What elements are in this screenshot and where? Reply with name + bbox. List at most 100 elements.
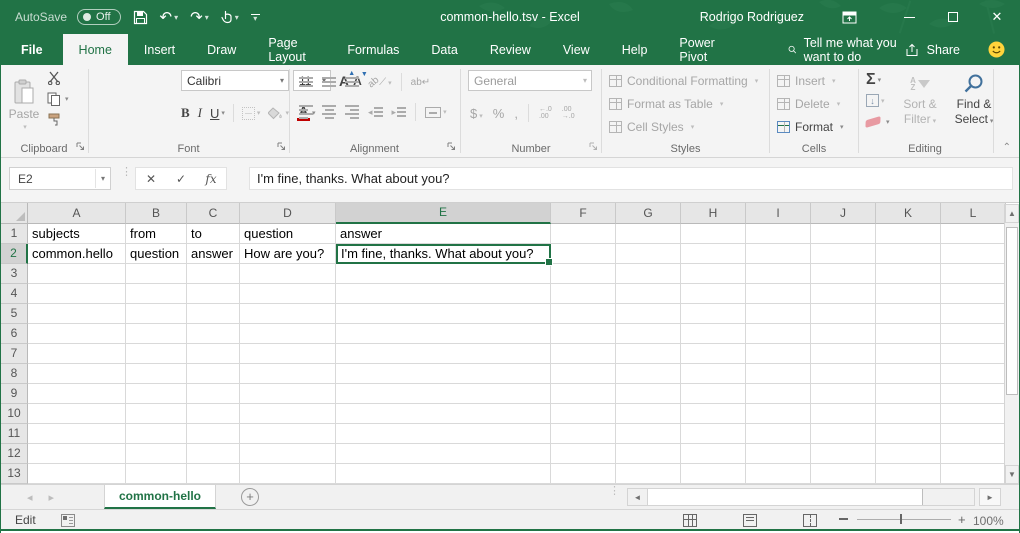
cell-L4[interactable] (941, 284, 1006, 304)
italic-button[interactable]: I (198, 105, 202, 121)
cell-A7[interactable] (28, 344, 126, 364)
share-button[interactable]: Share (905, 34, 960, 65)
underline-button[interactable]: U▾ (210, 106, 225, 121)
insert-function-button[interactable]: fx (196, 172, 226, 186)
number-format-combo[interactable]: General▾ (468, 70, 592, 91)
top-align-button[interactable] (299, 77, 313, 87)
cell-B6[interactable] (126, 324, 187, 344)
cell-J13[interactable] (811, 464, 876, 484)
cell-I2[interactable] (746, 244, 811, 264)
cell-E1[interactable]: answer (336, 224, 551, 244)
cell-H12[interactable] (681, 444, 746, 464)
cell-H9[interactable] (681, 384, 746, 404)
cell-L1[interactable] (941, 224, 1006, 244)
cell-D11[interactable] (240, 424, 336, 444)
column-header-D[interactable]: D (240, 203, 336, 224)
close-button[interactable]: ✕ (975, 0, 1019, 34)
cell-I1[interactable] (746, 224, 811, 244)
sheet-tab-common-hello[interactable]: common-hello (104, 485, 216, 509)
cell-E5[interactable] (336, 304, 551, 324)
name-box[interactable]: E2 ▾ (9, 167, 111, 190)
cell-G8[interactable] (616, 364, 681, 384)
column-header-I[interactable]: I (746, 203, 811, 224)
cell-H8[interactable] (681, 364, 746, 384)
name-box-dropdown-icon[interactable]: ▾ (95, 169, 110, 188)
cell-E2[interactable]: I'm fine, thanks. What about you? (336, 244, 551, 264)
cell-F6[interactable] (551, 324, 616, 344)
cell-J7[interactable] (811, 344, 876, 364)
merge-center-button[interactable]: ▾ (425, 107, 447, 118)
row-header-4[interactable]: 4 (1, 284, 28, 304)
cell-C1[interactable]: to (187, 224, 240, 244)
cell-I13[interactable] (746, 464, 811, 484)
cell-E11[interactable] (336, 424, 551, 444)
autosum-button[interactable]: Σ▾ (866, 71, 890, 88)
cell-H13[interactable] (681, 464, 746, 484)
column-header-H[interactable]: H (681, 203, 746, 224)
cell-B9[interactable] (126, 384, 187, 404)
fill-button[interactable]: ↓▾ (866, 92, 890, 109)
cell-K6[interactable] (876, 324, 941, 344)
cell-J8[interactable] (811, 364, 876, 384)
cell-D6[interactable] (240, 324, 336, 344)
row-header-5[interactable]: 5 (1, 304, 28, 324)
ribbon-display-options-button[interactable] (842, 11, 857, 24)
touch-mouse-mode-button[interactable]: ▾ (221, 10, 239, 24)
cell-F11[interactable] (551, 424, 616, 444)
copy-button[interactable]: ▾ (47, 92, 69, 106)
tab-file[interactable]: File (1, 34, 63, 65)
cell-A5[interactable] (28, 304, 126, 324)
cell-B2[interactable]: question (126, 244, 187, 264)
cell-F3[interactable] (551, 264, 616, 284)
cell-J1[interactable] (811, 224, 876, 244)
cell-K3[interactable] (876, 264, 941, 284)
cell-H1[interactable] (681, 224, 746, 244)
cell-I4[interactable] (746, 284, 811, 304)
customize-qat-button[interactable]: ▾ (251, 14, 260, 21)
cell-K5[interactable] (876, 304, 941, 324)
tab-review[interactable]: Review (474, 34, 547, 65)
cell-J2[interactable] (811, 244, 876, 264)
zoom-slider-thumb[interactable] (900, 514, 902, 524)
page-layout-view-button[interactable] (743, 514, 757, 527)
row-header-10[interactable]: 10 (1, 404, 28, 424)
borders-button[interactable]: ▾ (242, 107, 261, 120)
cell-B1[interactable]: from (126, 224, 187, 244)
cell-G3[interactable] (616, 264, 681, 284)
cell-K12[interactable] (876, 444, 941, 464)
redo-dropdown-icon[interactable]: ▾ (205, 13, 209, 22)
row-header-12[interactable]: 12 (1, 444, 28, 464)
autosave-toggle[interactable]: Off (77, 9, 120, 25)
column-header-C[interactable]: C (187, 203, 240, 224)
cell-C10[interactable] (187, 404, 240, 424)
font-name-dropdown-icon[interactable]: ▾ (276, 76, 288, 85)
cell-D9[interactable] (240, 384, 336, 404)
cell-L2[interactable] (941, 244, 1006, 264)
cell-E10[interactable] (336, 404, 551, 424)
column-header-A[interactable]: A (28, 203, 126, 224)
horizontal-scroll-thumb[interactable] (648, 489, 923, 505)
cell-L13[interactable] (941, 464, 1006, 484)
cell-I7[interactable] (746, 344, 811, 364)
confirm-entry-button[interactable]: ✓ (166, 172, 196, 186)
row-header-11[interactable]: 11 (1, 424, 28, 444)
increase-indent-button[interactable]: ▸ (392, 107, 407, 118)
cell-C3[interactable] (187, 264, 240, 284)
zoom-in-button[interactable]: + (958, 514, 966, 525)
font-name-combo[interactable]: Calibri▾ (181, 70, 289, 91)
cell-G11[interactable] (616, 424, 681, 444)
orientation-button[interactable]: ab⟋▾ (368, 77, 392, 88)
cell-J4[interactable] (811, 284, 876, 304)
cell-D10[interactable] (240, 404, 336, 424)
cell-G13[interactable] (616, 464, 681, 484)
cell-J9[interactable] (811, 384, 876, 404)
number-dialog-launcher[interactable] (589, 140, 598, 154)
cell-L8[interactable] (941, 364, 1006, 384)
cell-J11[interactable] (811, 424, 876, 444)
maximize-button[interactable] (931, 0, 975, 34)
cell-C8[interactable] (187, 364, 240, 384)
column-header-G[interactable]: G (616, 203, 681, 224)
column-header-F[interactable]: F (551, 203, 616, 224)
format-as-table-button[interactable]: Format as Table▾ (603, 92, 768, 115)
undo-dropdown-icon[interactable]: ▾ (174, 13, 178, 22)
